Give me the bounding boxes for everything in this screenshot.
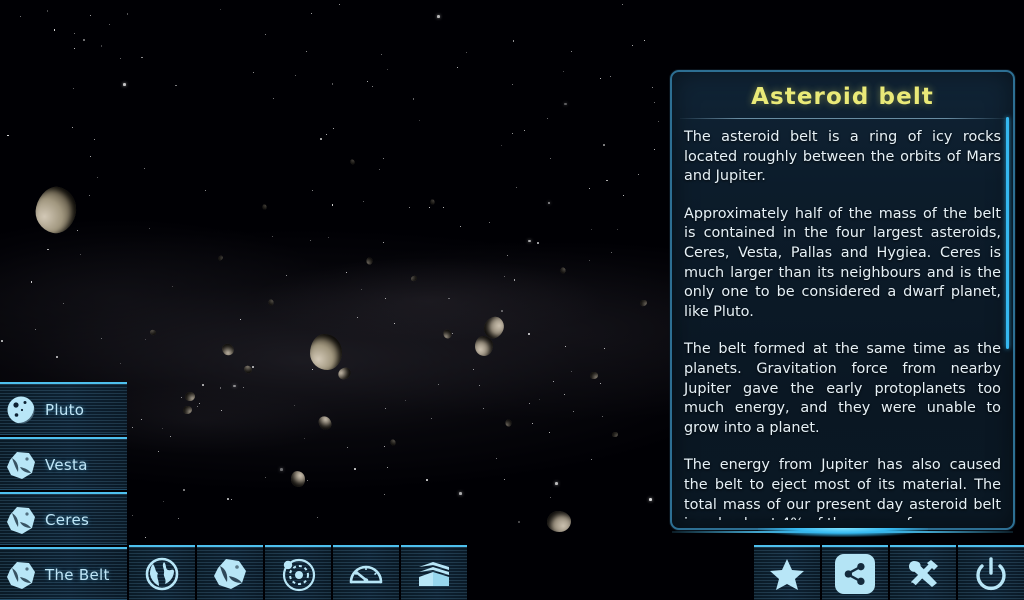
asteroid-icon <box>4 558 38 592</box>
orbit-icon <box>282 558 316 591</box>
wrench-hammer-icon <box>909 559 938 588</box>
favorite-button[interactable] <box>754 545 820 600</box>
asteroid-icon <box>4 448 38 482</box>
globe-icon <box>145 557 179 590</box>
sidebar-item-the-belt[interactable]: The Belt <box>0 547 127 600</box>
sidebar-item-ceres[interactable]: Ceres <box>0 492 127 545</box>
dwarf-planet-icon <box>4 393 38 427</box>
app-root: Pluto Vesta Ceres The Belt Asteroid belt… <box>0 0 1024 600</box>
speedometer-icon <box>349 565 383 583</box>
speed-button[interactable] <box>333 545 399 600</box>
sidebar-item-vesta[interactable]: Vesta <box>0 437 127 490</box>
panel-paragraph: The energy from Jupiter has also caused … <box>684 457 1001 520</box>
panel-paragraph: The belt formed at the same time as the … <box>684 341 1001 436</box>
panel-bottom-border <box>672 528 1013 537</box>
panel-title: Asteroid belt <box>751 84 934 110</box>
title-divider <box>680 118 1005 119</box>
asteroid-view-button[interactable] <box>197 545 263 600</box>
info-panel: Asteroid belt The asteroid belt is a rin… <box>670 70 1015 530</box>
toolbar-left <box>129 545 467 600</box>
sidebar-item-pluto[interactable]: Pluto <box>0 382 127 435</box>
planet-view-button[interactable] <box>129 545 195 600</box>
power-icon <box>976 556 1006 590</box>
toolbar-right <box>754 545 1024 600</box>
sidebar: Pluto Vesta Ceres The Belt <box>0 382 127 600</box>
book-icon <box>419 561 449 586</box>
panel-scrollbar[interactable] <box>1006 117 1009 349</box>
sidebar-item-label: The Belt <box>45 565 110 584</box>
asteroid-icon <box>4 503 38 537</box>
orbit-view-button[interactable] <box>265 545 331 600</box>
encyclopedia-button[interactable] <box>401 545 467 600</box>
tools-button[interactable] <box>890 545 956 600</box>
panel-paragraph: Approximately half of the mass of the be… <box>684 205 1001 320</box>
panel-body: The asteroid belt is a ring of icy rocks… <box>672 128 1013 520</box>
scroll-down-indicator[interactable] <box>757 528 928 537</box>
star-icon <box>770 558 804 590</box>
share-button[interactable] <box>822 545 888 600</box>
share-icon <box>844 562 865 585</box>
sidebar-item-label: Ceres <box>45 510 90 529</box>
power-button[interactable] <box>958 545 1024 600</box>
panel-paragraph: The asteroid belt is a ring of icy rocks… <box>684 129 1001 185</box>
share-button-highlight <box>835 553 875 594</box>
asteroid-icon <box>214 558 246 589</box>
sidebar-item-label: Pluto <box>45 400 85 419</box>
sidebar-item-label: Vesta <box>45 455 88 474</box>
